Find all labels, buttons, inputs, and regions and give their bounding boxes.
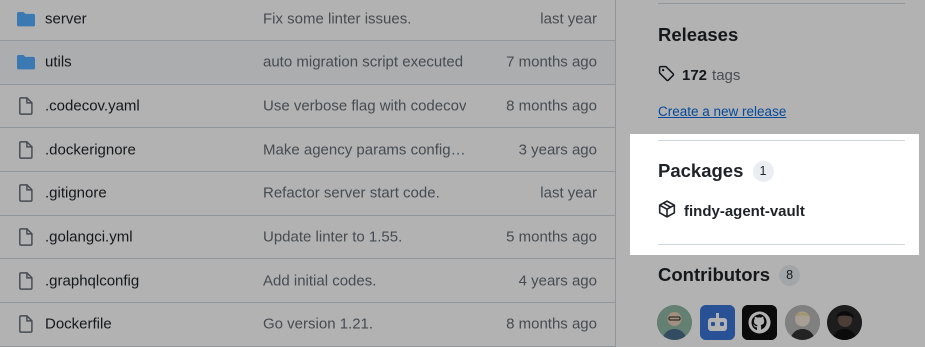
package-item[interactable]: findy-agent-vault	[658, 200, 805, 223]
commit-message[interactable]: Refactor server start code.	[263, 185, 440, 202]
avatar[interactable]	[784, 305, 820, 340]
divider	[658, 3, 905, 4]
commit-date[interactable]: 5 months ago	[506, 229, 597, 246]
avatar[interactable]	[657, 305, 692, 340]
file-list: server Fix some linter issues. last year…	[0, 0, 616, 347]
bot-avatar[interactable]	[699, 305, 735, 340]
file-name[interactable]: .graphqlconfig	[45, 272, 139, 289]
commit-date[interactable]: last year	[540, 10, 597, 27]
commit-message[interactable]: auto migration script executed	[263, 54, 463, 71]
file-name[interactable]: utils	[45, 54, 72, 71]
file-name[interactable]: .golangci.yml	[45, 229, 133, 246]
file-icon	[17, 271, 35, 290]
file-row-codecov[interactable]: .codecov.yaml Use verbose flag with code…	[0, 85, 615, 129]
commit-date[interactable]: 3 years ago	[519, 141, 597, 158]
file-row-utils[interactable]: utils auto migration script executed 7 m…	[0, 41, 615, 85]
folder-icon	[17, 53, 35, 71]
releases-heading[interactable]: Releases	[658, 24, 738, 46]
file-row-golangci[interactable]: .golangci.yml Update linter to 1.55. 5 m…	[0, 216, 615, 260]
contributors-count-badge: 8	[779, 265, 801, 286]
file-icon	[17, 184, 35, 203]
contributor-avatars	[657, 305, 870, 340]
create-release-link[interactable]: Create a new release	[658, 104, 786, 119]
tags-link[interactable]: 172 tags	[658, 65, 740, 86]
file-icon	[17, 228, 35, 246]
commit-date[interactable]: 8 months ago	[506, 98, 597, 115]
commit-message[interactable]: Add initial codes.	[263, 272, 376, 289]
commit-message[interactable]: Go version 1.21.	[263, 316, 373, 333]
file-name[interactable]: Dockerfile	[45, 316, 112, 333]
tag-label: tags	[712, 67, 741, 84]
file-name[interactable]: .gitignore	[45, 185, 107, 202]
commit-message[interactable]: Make agency params configurable	[263, 141, 469, 158]
commit-date[interactable]: 4 years ago	[519, 272, 597, 289]
commit-date[interactable]: last year	[540, 185, 597, 202]
file-row-dockerfile[interactable]: Dockerfile Go version 1.21. 8 months ago	[0, 303, 615, 347]
package-icon	[658, 200, 676, 223]
file-name[interactable]: server	[45, 10, 87, 27]
divider	[658, 140, 905, 141]
commit-message[interactable]: Update linter to 1.55.	[263, 229, 402, 246]
file-icon	[17, 97, 35, 115]
file-row-graphqlconfig[interactable]: .graphqlconfig Add initial codes. 4 year…	[0, 259, 615, 304]
commit-message[interactable]: Use verbose flag with codecov	[263, 98, 466, 115]
packages-count-badge: 1	[752, 161, 774, 182]
avatar[interactable]	[827, 305, 862, 340]
repo-sidebar: Releases 172 tags Create a new release P…	[616, 0, 925, 347]
contributors-title[interactable]: Contributors	[658, 264, 770, 285]
folder-icon	[17, 10, 35, 28]
commit-date[interactable]: 8 months ago	[506, 316, 597, 333]
tag-count: 172	[682, 67, 708, 84]
packages-title[interactable]: Packages	[658, 160, 743, 181]
file-row-server[interactable]: server Fix some linter issues. last year	[0, 0, 615, 41]
package-name[interactable]: findy-agent-vault	[684, 203, 805, 220]
commit-date[interactable]: 7 months ago	[506, 54, 597, 71]
file-name[interactable]: .codecov.yaml	[45, 98, 140, 115]
divider	[658, 244, 905, 245]
file-icon	[17, 140, 35, 159]
file-row-dockerignore[interactable]: .dockerignore Make agency params configu…	[0, 128, 615, 173]
file-icon	[17, 315, 35, 334]
file-name[interactable]: .dockerignore	[45, 141, 136, 158]
tag-icon	[658, 65, 675, 86]
packages-heading[interactable]: Packages 1	[658, 160, 774, 182]
github-avatar[interactable]	[742, 305, 777, 340]
contributors-heading[interactable]: Contributors 8	[658, 264, 801, 286]
file-row-gitignore[interactable]: .gitignore Refactor server start code. l…	[0, 172, 615, 216]
commit-message[interactable]: Fix some linter issues.	[263, 10, 411, 27]
